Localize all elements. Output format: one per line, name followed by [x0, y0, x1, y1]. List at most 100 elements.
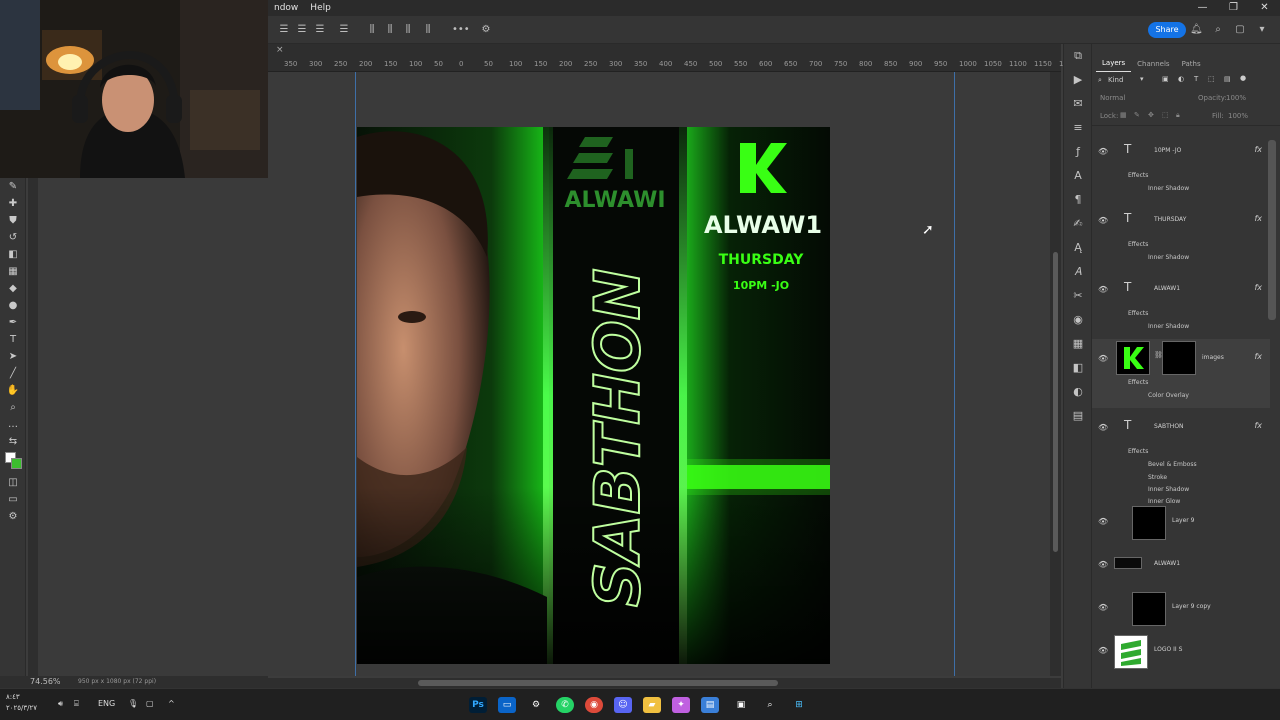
effect-item[interactable]: Bevel & Emboss [1148, 461, 1197, 468]
window-app-icon[interactable]: ▭ [498, 697, 516, 713]
language-indicator[interactable]: ENG [98, 699, 115, 708]
bell-icon[interactable]: 🔔︎ [1190, 24, 1203, 36]
fx-icon[interactable]: fx [1254, 145, 1262, 154]
layer-name[interactable]: LOGO II S [1154, 646, 1182, 653]
comments-icon[interactable]: ✉ [1064, 92, 1092, 116]
layer-name[interactable]: 10PM -JO [1154, 147, 1181, 154]
whatsapp-app-icon[interactable]: ✆ [556, 697, 574, 713]
filter-shape-icon[interactable]: ⬚ [1208, 75, 1215, 83]
filter-toggle-icon[interactable]: ● [1240, 74, 1246, 82]
visibility-eye-icon[interactable]: 👁︎ [1098, 216, 1108, 225]
layer-name[interactable]: ALWAW1 [1154, 285, 1180, 292]
horizontal-scrollbar[interactable] [268, 678, 1061, 688]
layer-row[interactable]: 👁︎ T ALWAW1 fx Effects Inner Shadow [1092, 270, 1270, 339]
layer-row-selected[interactable]: 👁︎ ⛓ images fx Effects Color Overlay [1092, 339, 1270, 408]
menu-item-window[interactable]: ndow [268, 3, 304, 13]
swap-colors-icon[interactable]: ⇆ [0, 433, 26, 450]
actions-play-icon[interactable]: ▶ [1064, 68, 1092, 92]
zoom-tool-icon[interactable]: ⌕ [0, 399, 26, 416]
windows-start-icon[interactable]: ⊞ [790, 697, 808, 713]
layer-row[interactable]: 👁︎ T SABTHON fx Effects Bevel & Emboss S… [1092, 408, 1270, 505]
speaker-icon[interactable]: 🔊︎ [58, 699, 63, 709]
store-app-icon[interactable]: ▤ [701, 697, 719, 713]
fx-icon[interactable]: fx [1254, 421, 1262, 430]
effect-item[interactable]: Inner Shadow [1148, 185, 1189, 192]
task-view-icon[interactable]: ▣ [732, 697, 750, 713]
document-info[interactable]: 950 px x 1080 px (72 ppi) [78, 678, 156, 685]
brush-tool-icon[interactable]: ✎ [0, 178, 26, 195]
layer-name[interactable]: Layer 9 copy [1172, 603, 1211, 610]
effect-item[interactable]: Stroke [1148, 474, 1167, 481]
layer-row[interactable]: 👁︎ Layer 9 [1092, 502, 1270, 545]
fx-icon[interactable]: fx [1254, 352, 1262, 361]
chevron-down-icon[interactable]: ▾ [1256, 24, 1268, 36]
search-icon[interactable]: ⌕ [761, 697, 779, 713]
clock-time[interactable]: ٨:٤٣ [6, 693, 20, 701]
visibility-eye-icon[interactable]: 👁︎ [1098, 423, 1108, 432]
character-styles-icon[interactable]: 𝐴 [1064, 260, 1092, 284]
vertical-scroll-thumb[interactable] [1053, 252, 1058, 552]
camera-icon[interactable]: ▢ [146, 699, 154, 708]
tab-channels[interactable]: Channels [1131, 56, 1175, 72]
layer-row[interactable]: 👁︎ T 10PM -JO fx Effects Inner Shadow [1092, 132, 1270, 201]
layer-row[interactable]: 👁︎ ALWAW1 [1092, 545, 1270, 588]
brushes-icon[interactable]: ✍ [1064, 212, 1092, 236]
eraser-tool-icon[interactable]: ◧ [0, 246, 26, 263]
zoom-level[interactable]: 74.56% [30, 677, 61, 686]
distribute-vertical-icon[interactable]: ⫼ [422, 24, 434, 36]
paragraph-icon[interactable]: ¶ [1064, 188, 1092, 212]
chevron-up-icon[interactable]: ^ [168, 699, 175, 708]
effect-item[interactable]: Inner Shadow [1148, 323, 1189, 330]
history-brush-icon[interactable]: ↺ [0, 229, 26, 246]
more-tools-icon[interactable]: … [0, 416, 26, 433]
minimize-button[interactable]: — [1187, 0, 1218, 16]
align-left-icon[interactable]: ☰ [278, 24, 290, 36]
visibility-eye-icon[interactable]: 👁︎ [1098, 354, 1108, 363]
edit-toolbar-icon[interactable]: ⚙ [0, 508, 26, 525]
microphone-icon[interactable]: 🎙︎ [128, 699, 138, 708]
filter-type-icon[interactable]: T [1194, 75, 1198, 83]
stamp-tool-icon[interactable]: ⛊ [0, 212, 26, 229]
layer-row[interactable]: 👁︎ T THURSDAY fx Effects Inner Shadow [1092, 201, 1270, 270]
align-top-icon[interactable]: ⫼ [366, 24, 378, 36]
screen-mode-icon[interactable]: ▭ [0, 491, 26, 508]
swatches-icon[interactable]: ▦ [1064, 332, 1092, 356]
lock-artboard-icon[interactable]: ⬚ [1162, 111, 1169, 119]
visibility-eye-icon[interactable]: 👁︎ [1098, 560, 1108, 569]
layer-name[interactable]: ALWAW1 [1154, 560, 1180, 567]
fx-icon[interactable]: fx [1254, 214, 1262, 223]
layer-name[interactable]: THURSDAY [1154, 216, 1186, 223]
clock-date[interactable]: ٢٠٢٥/٣/٢٧ [6, 704, 37, 712]
visibility-eye-icon[interactable]: 👁︎ [1098, 517, 1108, 526]
patterns-icon[interactable]: ▤ [1064, 404, 1092, 428]
layer-name[interactable]: images [1202, 354, 1224, 361]
horizontal-scroll-thumb[interactable] [418, 680, 778, 686]
visibility-eye-icon[interactable]: 👁︎ [1098, 285, 1108, 294]
align-right-icon[interactable]: ☰ [314, 24, 326, 36]
gradients-icon[interactable]: ◧ [1064, 356, 1092, 380]
layer-mask-thumbnail[interactable] [1162, 341, 1196, 375]
maximize-button[interactable]: ❐ [1218, 0, 1249, 16]
color-icon[interactable]: ◐ [1064, 380, 1092, 404]
visibility-eye-icon[interactable]: 👁︎ [1098, 147, 1108, 156]
path-select-icon[interactable]: ➤ [0, 348, 26, 365]
blur-tool-icon[interactable]: ◆ [0, 280, 26, 297]
character-icon[interactable]: A [1064, 164, 1092, 188]
layer-row[interactable]: 👁︎ LOGO II S [1092, 631, 1270, 674]
color-swatches[interactable] [0, 450, 26, 474]
gear-icon[interactable]: ⚙ [480, 24, 492, 36]
fill-input[interactable]: 100% [1228, 112, 1248, 120]
lock-all-icon[interactable]: 🔒︎ [1176, 111, 1180, 120]
healing-tool-icon[interactable]: ✚ [0, 195, 26, 212]
hand-tool-icon[interactable]: ✋ [0, 382, 26, 399]
filter-adjust-icon[interactable]: ◐ [1178, 75, 1184, 83]
libraries-icon[interactable]: ƒ [1064, 140, 1092, 164]
pen-tool-icon[interactable]: ✒ [0, 314, 26, 331]
search-icon[interactable]: ⌕ [1212, 24, 1224, 36]
quick-mask-icon[interactable]: ◫ [0, 474, 26, 491]
history-icon[interactable]: ⧉ [1064, 44, 1092, 68]
menu-item-help[interactable]: Help [304, 3, 337, 13]
align-bottom-icon[interactable]: ⫼ [402, 24, 414, 36]
layers-scroll-thumb[interactable] [1268, 140, 1276, 320]
tools-icon[interactable]: ✂ [1064, 284, 1092, 308]
